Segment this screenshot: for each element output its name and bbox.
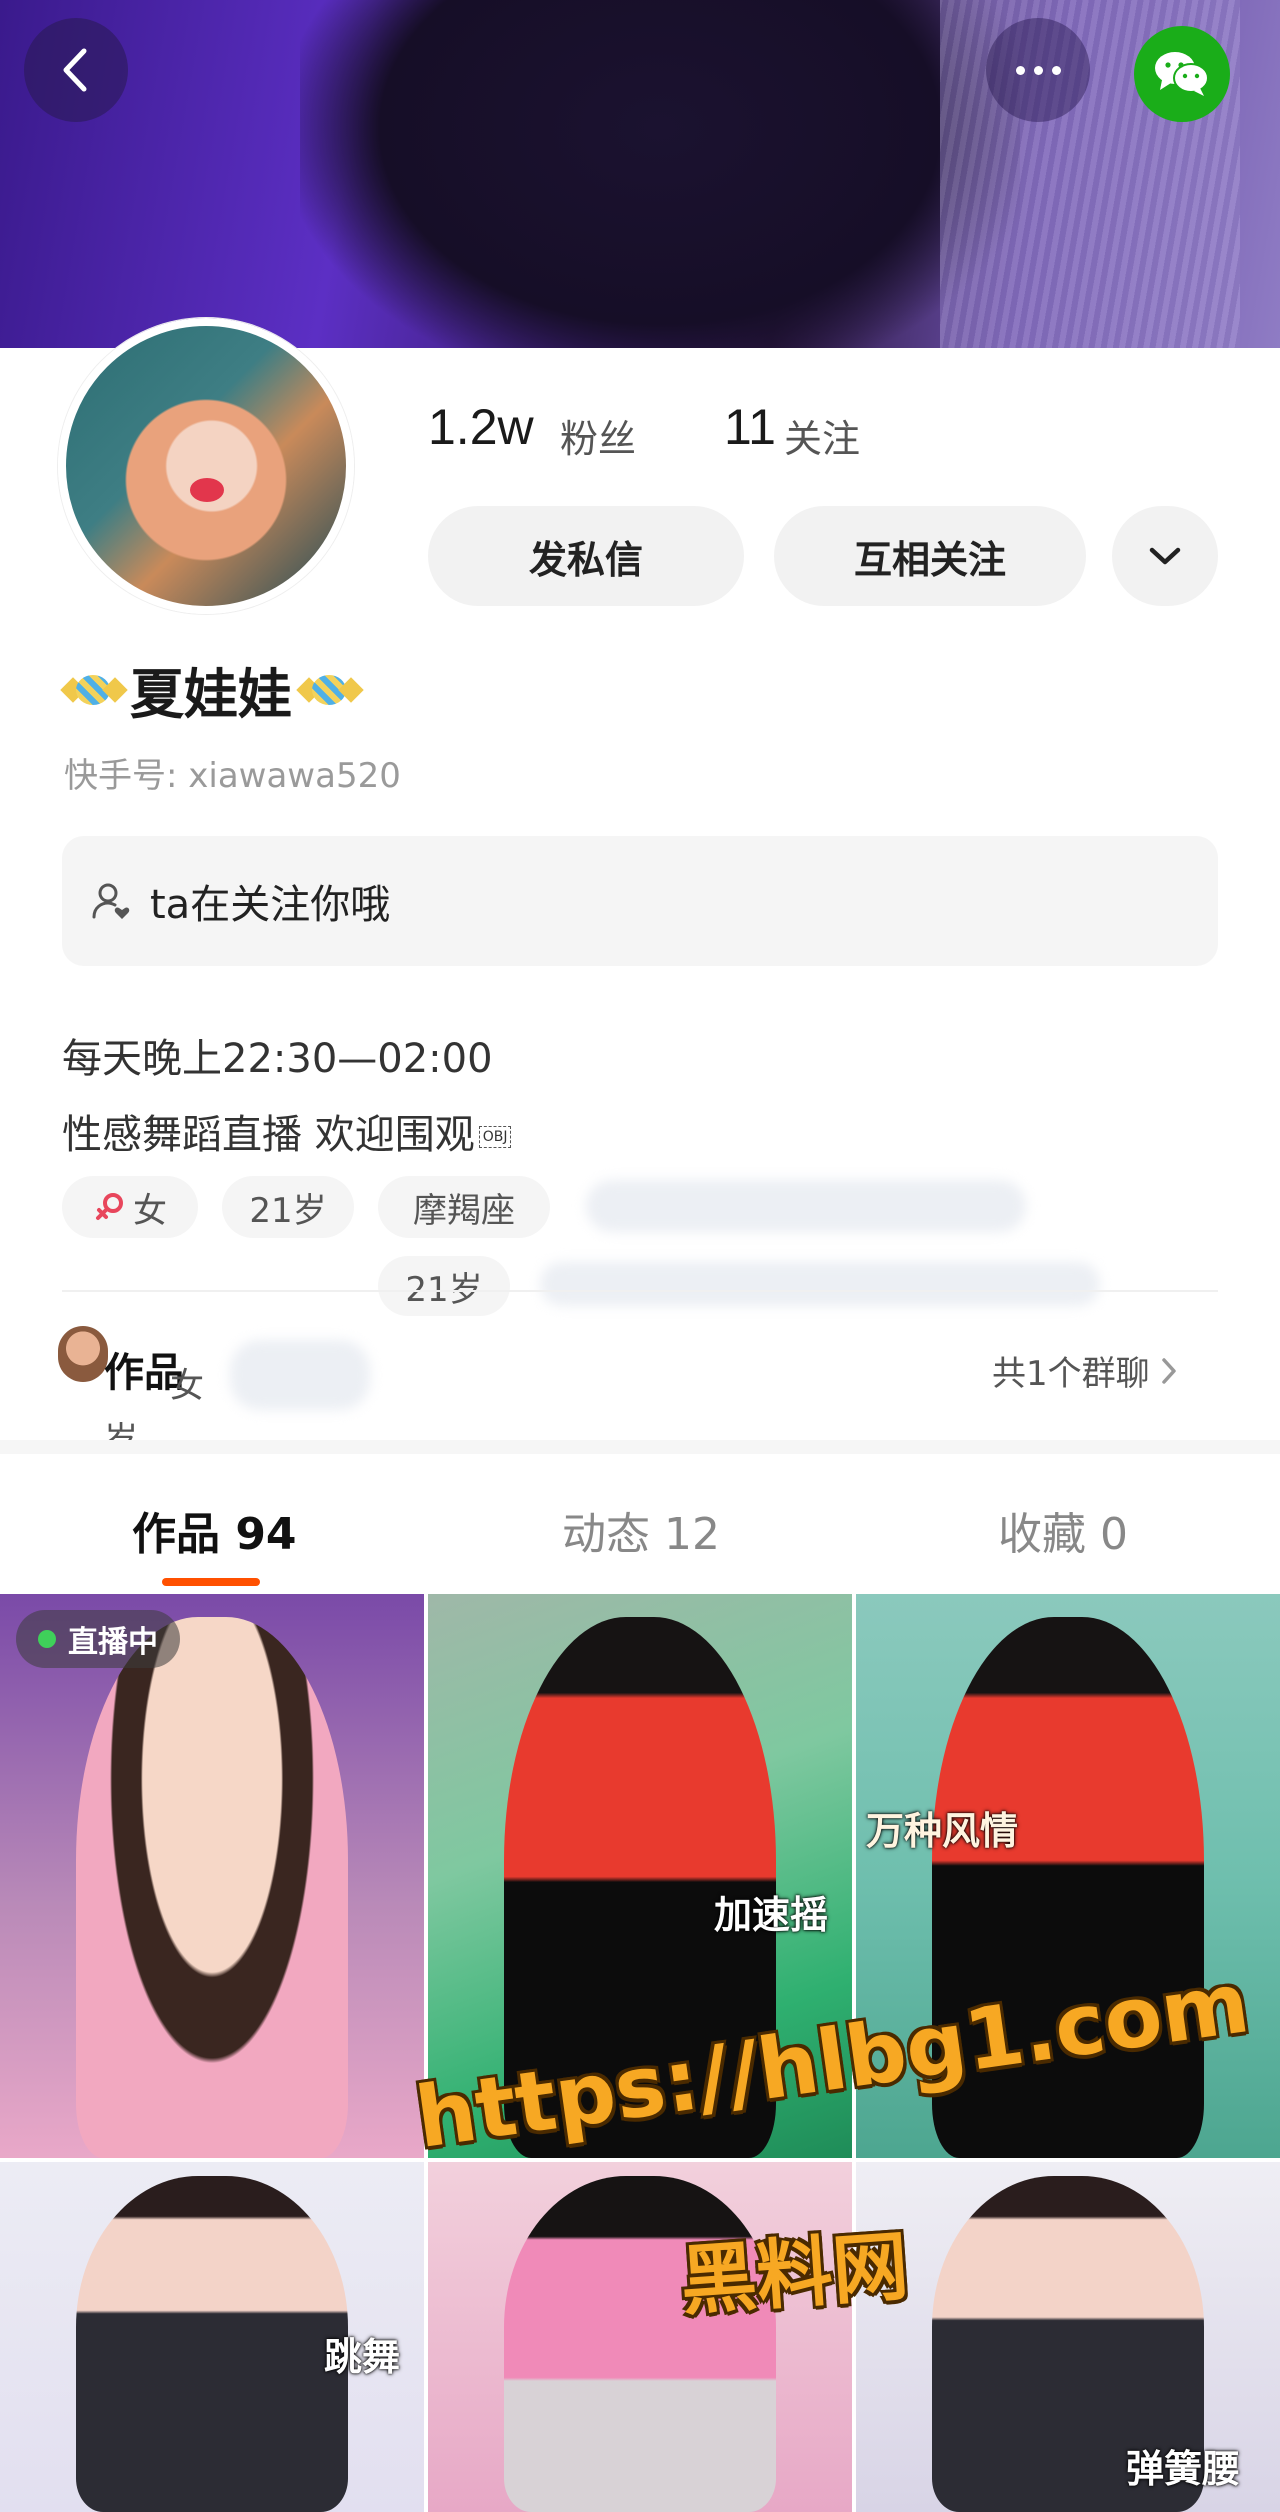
kuaishou-id: 快手号: xiawawa520 bbox=[64, 756, 401, 796]
user-heart-icon bbox=[92, 883, 130, 919]
tile-caption: 万种风情 bbox=[866, 1809, 1019, 1853]
following-count[interactable]: 11 bbox=[724, 398, 776, 456]
live-dot-icon bbox=[38, 1630, 56, 1648]
more-button[interactable] bbox=[986, 18, 1090, 122]
tile-caption: 弹簧腰 bbox=[1126, 2447, 1241, 2491]
section-divider bbox=[0, 1440, 1280, 1454]
watermark-name: 黑料网 bbox=[677, 2221, 912, 2326]
group-avatar bbox=[58, 1326, 108, 1382]
video-tile-6[interactable]: 弹簧腰 bbox=[856, 2162, 1280, 2512]
tab-favorites[interactable]: 收藏 0 bbox=[998, 1498, 1128, 1562]
live-badge: 直播中 bbox=[16, 1610, 180, 1668]
blurred-region bbox=[230, 1340, 370, 1410]
tab-moments[interactable]: 动态 12 bbox=[562, 1498, 720, 1562]
tab-works[interactable]: 作品 94 bbox=[132, 1498, 297, 1562]
profile-name: 夏娃娃 bbox=[60, 650, 364, 729]
wechat-icon bbox=[1155, 52, 1209, 96]
back-button[interactable] bbox=[24, 18, 128, 122]
divider bbox=[62, 1290, 1218, 1292]
bio-line-1: 每天晚上22:30—02:00 bbox=[62, 1036, 493, 1082]
tile-caption: 加速摇 bbox=[714, 1893, 829, 1937]
avatar[interactable] bbox=[58, 318, 354, 614]
live-badge-text: 直播中 bbox=[68, 1625, 158, 1660]
female-icon bbox=[96, 1193, 123, 1220]
banner-photo bbox=[300, 0, 1020, 348]
dropdown-button[interactable] bbox=[1112, 506, 1218, 606]
back-icon bbox=[63, 48, 87, 92]
candy-icon bbox=[296, 665, 364, 715]
group-chat-link[interactable]: 共1个群聊 bbox=[992, 1346, 1178, 1395]
fans-count[interactable]: 1.2w bbox=[428, 398, 534, 456]
tag-gender-text: 女 bbox=[133, 1190, 167, 1231]
tab-underline bbox=[162, 1578, 260, 1586]
tile-caption: 跳舞 bbox=[324, 2335, 401, 2379]
overlap-gender-text: 女 bbox=[170, 1366, 204, 1406]
mutual-follow-button[interactable]: 互相关注 bbox=[774, 506, 1086, 606]
tag-zodiac: 摩羯座 bbox=[378, 1176, 550, 1238]
wechat-share-button[interactable] bbox=[1134, 26, 1230, 122]
tag-age-duplicate: 21岁 bbox=[378, 1256, 510, 1316]
more-icon bbox=[1015, 65, 1061, 75]
message-button[interactable]: 发私信 bbox=[428, 506, 744, 606]
object-placeholder: OBJ bbox=[478, 1126, 512, 1148]
bio-line-2: 性感舞蹈直播 欢迎围观 OBJ bbox=[62, 1102, 512, 1160]
following-label[interactable]: 关注 bbox=[784, 408, 860, 463]
bio-line-2-text: 性感舞蹈直播 欢迎围观 bbox=[62, 1112, 475, 1158]
tag-age: 21岁 bbox=[222, 1176, 354, 1238]
fans-label[interactable]: 粉丝 bbox=[560, 408, 636, 463]
blurred-region bbox=[586, 1180, 1026, 1232]
chevron-right-icon bbox=[1161, 1357, 1176, 1384]
blurred-region bbox=[540, 1262, 1100, 1306]
candy-icon bbox=[60, 665, 128, 715]
chevron-down-icon bbox=[1149, 547, 1181, 565]
group-chat-text: 共1个群聊 bbox=[992, 1354, 1150, 1394]
video-tile-1[interactable] bbox=[0, 1594, 424, 2158]
tag-gender: 女 bbox=[62, 1176, 198, 1238]
follow-notice[interactable]: ta在关注你哦 bbox=[62, 836, 1218, 966]
video-tile-4[interactable]: 跳舞 bbox=[0, 2162, 424, 2512]
profile-name-text: 夏娃娃 bbox=[130, 663, 292, 726]
follow-notice-text: ta在关注你哦 bbox=[150, 882, 391, 928]
header-banner bbox=[0, 0, 1280, 348]
